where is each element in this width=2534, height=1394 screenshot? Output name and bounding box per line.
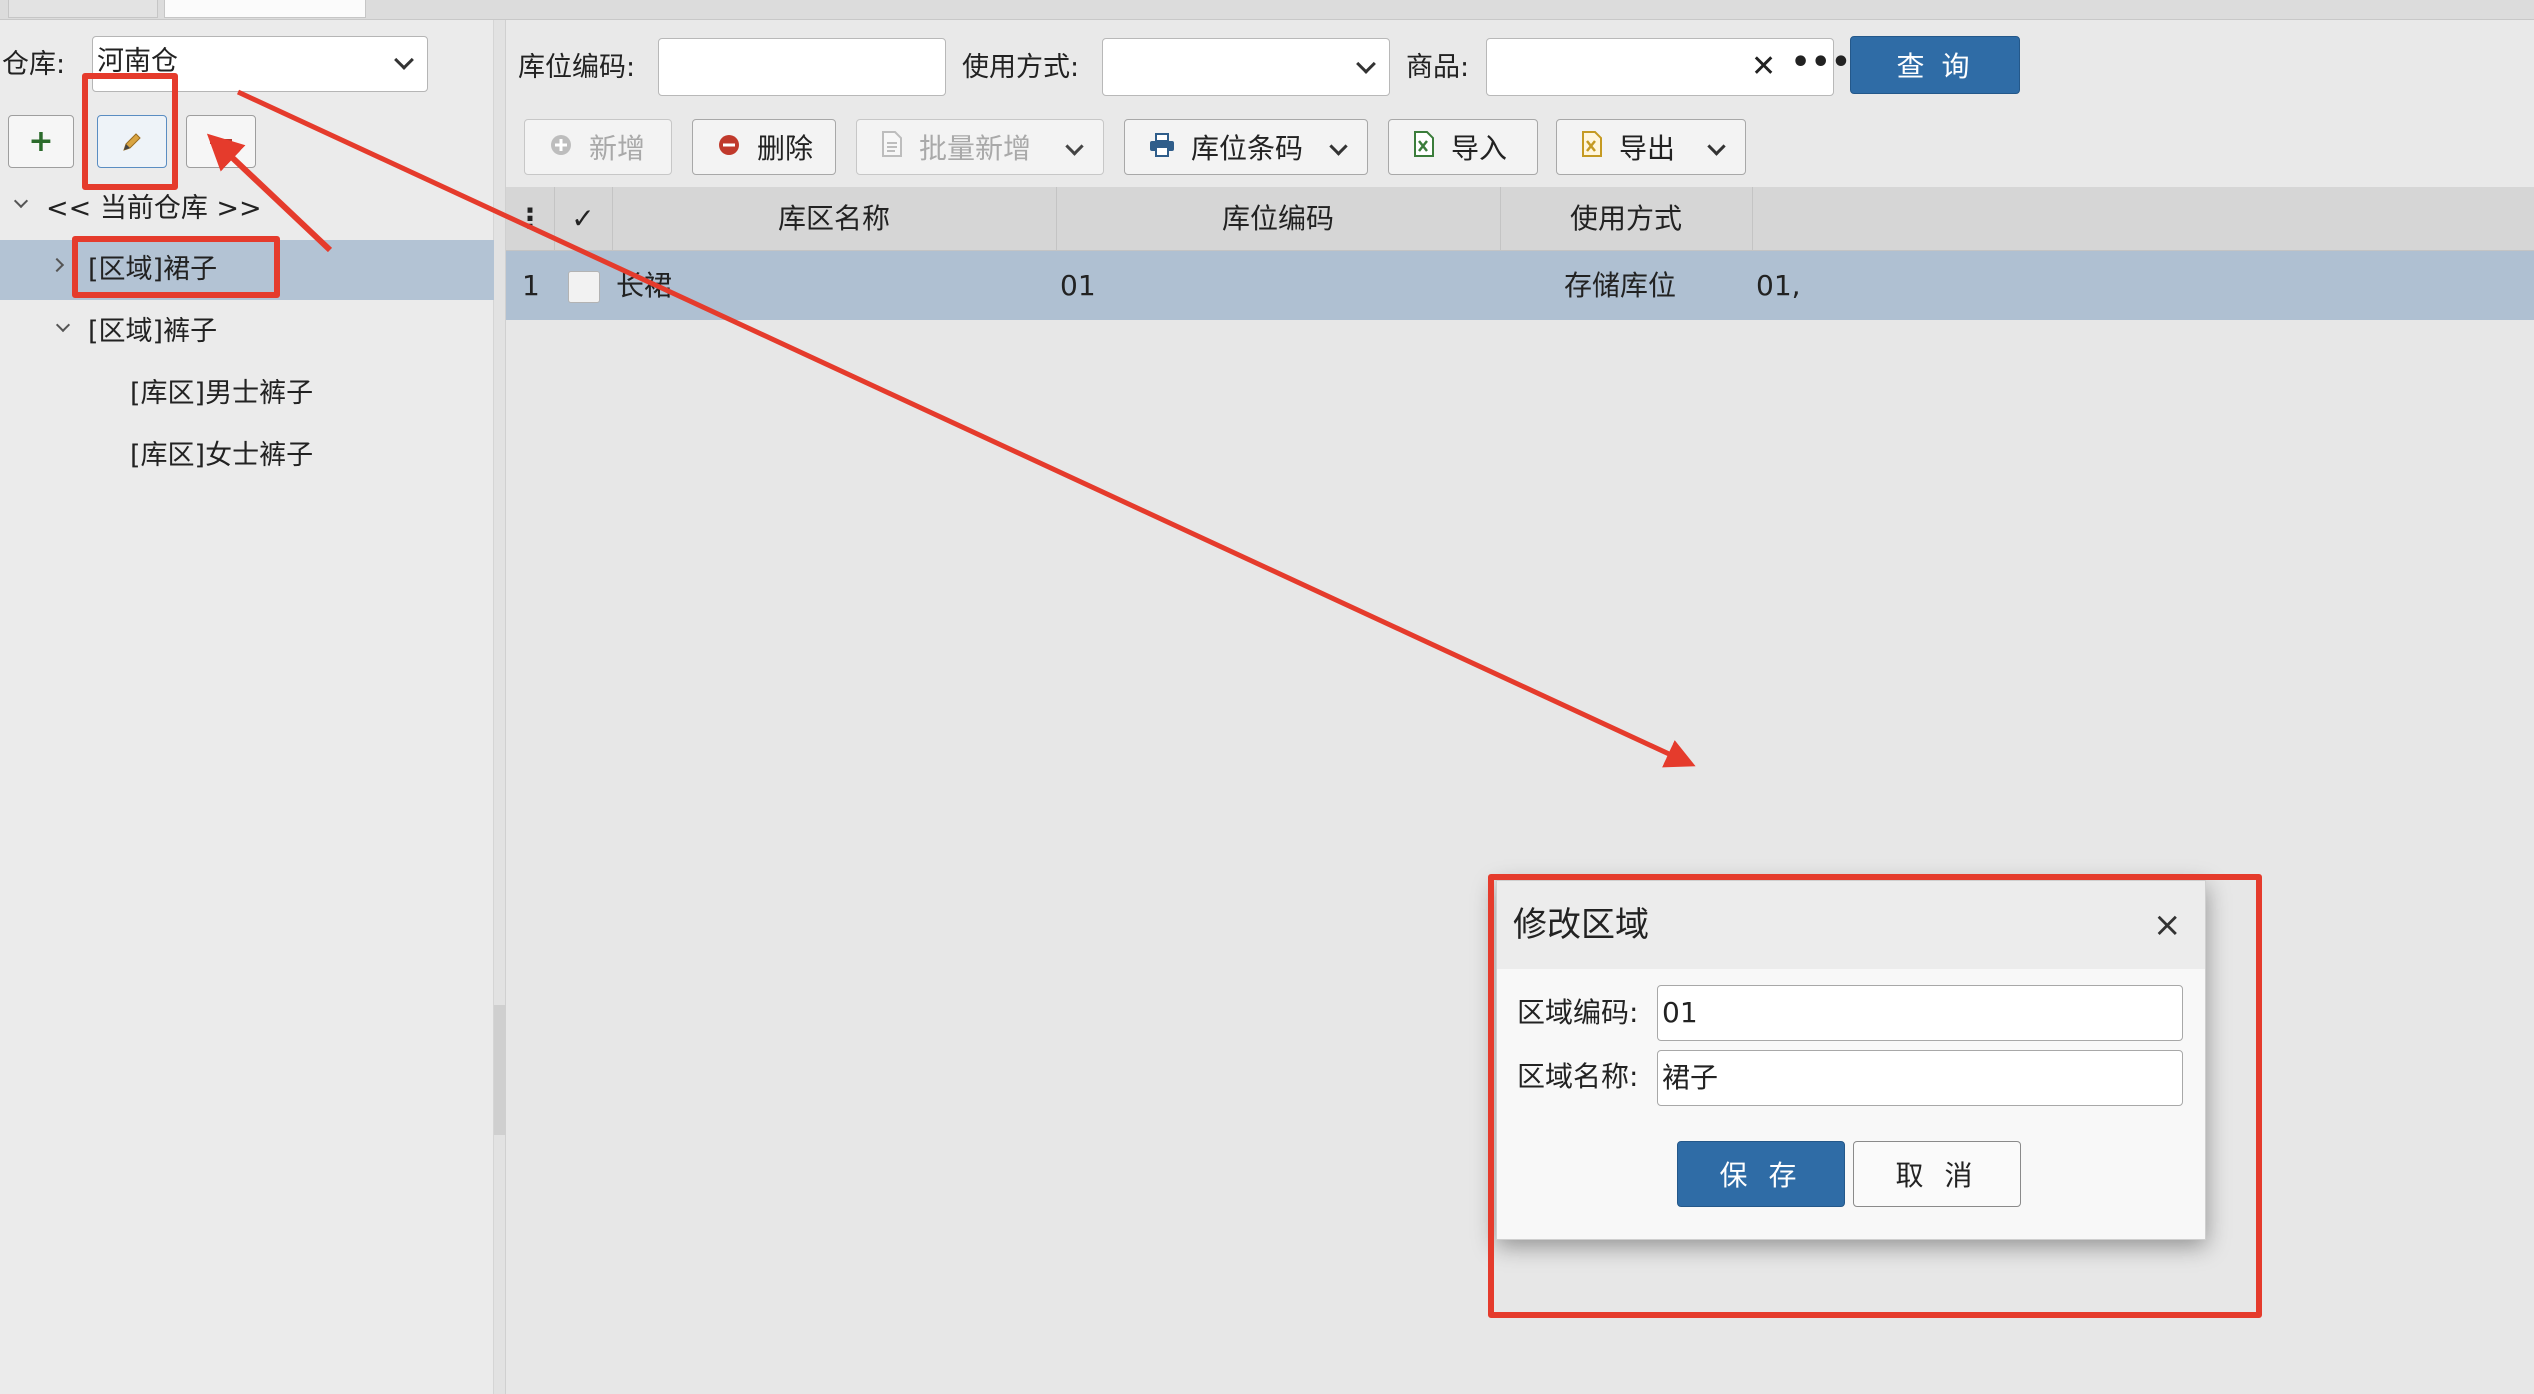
annotation-arrows <box>206 89 1696 768</box>
annotation-arrow-to-dialog <box>236 89 1696 768</box>
annotation-arrow-to-edit <box>206 133 333 253</box>
